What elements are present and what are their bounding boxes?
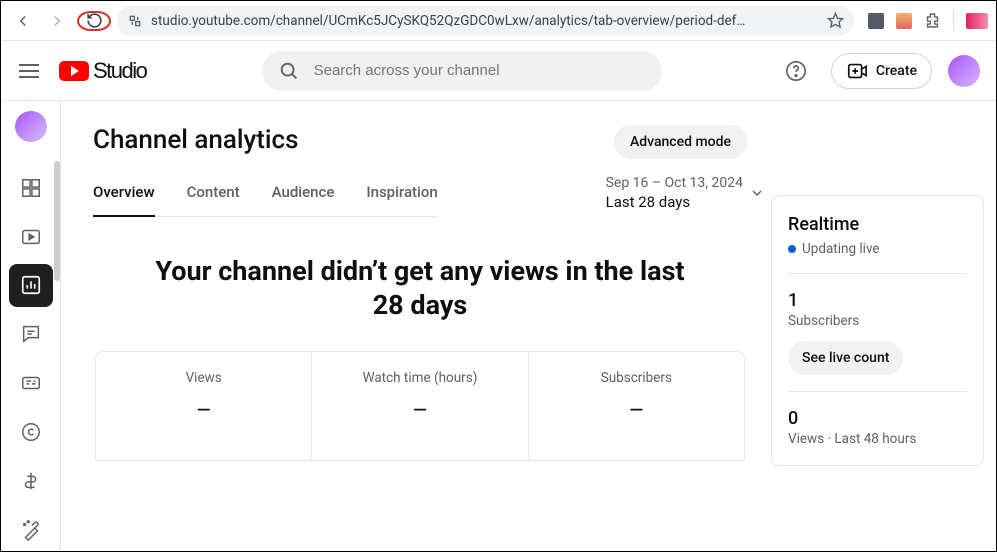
tab-overview[interactable]: Overview xyxy=(93,183,155,217)
advanced-mode-button[interactable]: Advanced mode xyxy=(614,125,747,159)
search-box[interactable] xyxy=(262,51,662,91)
nav-dashboard[interactable] xyxy=(9,166,53,209)
stat-label: Watch time (hours) xyxy=(312,370,527,386)
date-range-picker[interactable]: Sep 16 – Oct 13, 2024 Last 28 days xyxy=(606,175,747,211)
stat-value: — xyxy=(529,400,744,421)
subscribers-count: 1 xyxy=(788,290,967,311)
back-button[interactable] xyxy=(9,7,37,35)
logo-text: Studio xyxy=(93,58,146,84)
extensions-menu-icon[interactable] xyxy=(924,12,941,29)
stat-subscribers[interactable]: Subscribers — xyxy=(529,352,744,460)
studio-logo[interactable]: Studio xyxy=(59,58,146,84)
forward-button[interactable] xyxy=(43,7,71,35)
chevron-down-icon xyxy=(749,185,765,201)
account-avatar[interactable] xyxy=(948,55,980,87)
realtime-panel: Realtime Updating live 1 Subscribers See… xyxy=(771,195,984,466)
nav-comments[interactable] xyxy=(9,313,53,356)
nav-customization[interactable] xyxy=(9,508,53,551)
tab-inspiration[interactable]: Inspiration xyxy=(366,183,437,216)
browser-extensions xyxy=(860,11,988,31)
live-dot-icon xyxy=(788,245,796,253)
tab-audience[interactable]: Audience xyxy=(272,183,335,216)
page-title: Channel analytics xyxy=(93,125,299,155)
realtime-status: Updating live xyxy=(788,241,967,257)
stats-card: Views — Watch time (hours) — Subscribers… xyxy=(95,351,745,461)
help-button[interactable] xyxy=(777,52,815,90)
stat-views[interactable]: Views — xyxy=(96,352,312,460)
rail-scrollbar[interactable] xyxy=(54,161,60,281)
date-range-preset: Last 28 days xyxy=(606,193,743,211)
youtube-play-icon xyxy=(59,61,89,81)
extension-icon[interactable] xyxy=(868,13,884,29)
realtime-status-text: Updating live xyxy=(802,241,880,257)
nav-content[interactable] xyxy=(9,215,53,258)
app-header: Studio Create xyxy=(1,41,996,101)
menu-button[interactable] xyxy=(17,59,41,83)
browser-toolbar: studio.youtube.com/channel/UCmKc5JCySKQ5… xyxy=(1,1,996,41)
stat-label: Views xyxy=(96,370,311,386)
search-input[interactable] xyxy=(314,62,646,79)
stat-label: Subscribers xyxy=(529,370,744,386)
stat-value: — xyxy=(96,400,311,421)
see-live-count-button[interactable]: See live count xyxy=(788,341,903,375)
views-48h-count: 0 xyxy=(788,408,967,429)
analytics-tabs: Overview Content Audience Inspiration xyxy=(93,177,438,217)
realtime-title: Realtime xyxy=(788,214,967,235)
main-content: Channel analytics Advanced mode Overview… xyxy=(93,125,771,551)
nav-subtitles[interactable] xyxy=(9,362,53,405)
reload-highlight xyxy=(77,11,111,31)
star-icon[interactable] xyxy=(827,12,844,29)
stat-value: — xyxy=(312,400,527,421)
url-text: studio.youtube.com/channel/UCmKc5JCySKQ5… xyxy=(151,13,819,29)
nav-earn[interactable] xyxy=(9,459,53,502)
left-nav-rail xyxy=(1,101,61,551)
overview-headline: Your channel didn’t get any views in the… xyxy=(140,255,700,323)
channel-avatar[interactable] xyxy=(15,111,47,142)
create-label: Create xyxy=(876,63,917,79)
extension-icon[interactable] xyxy=(896,13,912,29)
reload-button[interactable] xyxy=(85,12,103,30)
profile-chip[interactable] xyxy=(966,13,988,29)
create-button[interactable]: Create xyxy=(831,53,932,89)
stat-watch-time[interactable]: Watch time (hours) — xyxy=(312,352,528,460)
realtime-panel-wrap: Realtime Updating live 1 Subscribers See… xyxy=(771,125,996,551)
views-48h-label: Views · Last 48 hours xyxy=(788,431,967,447)
search-icon xyxy=(278,60,300,82)
tab-content[interactable]: Content xyxy=(187,183,240,216)
address-bar[interactable]: studio.youtube.com/channel/UCmKc5JCySKQ5… xyxy=(117,6,854,36)
date-range-text: Sep 16 – Oct 13, 2024 xyxy=(606,175,743,191)
nav-analytics[interactable] xyxy=(9,264,53,307)
site-settings-icon[interactable] xyxy=(127,13,143,29)
subscribers-label: Subscribers xyxy=(788,313,967,329)
create-icon xyxy=(846,60,868,82)
nav-copyright[interactable] xyxy=(9,410,53,453)
